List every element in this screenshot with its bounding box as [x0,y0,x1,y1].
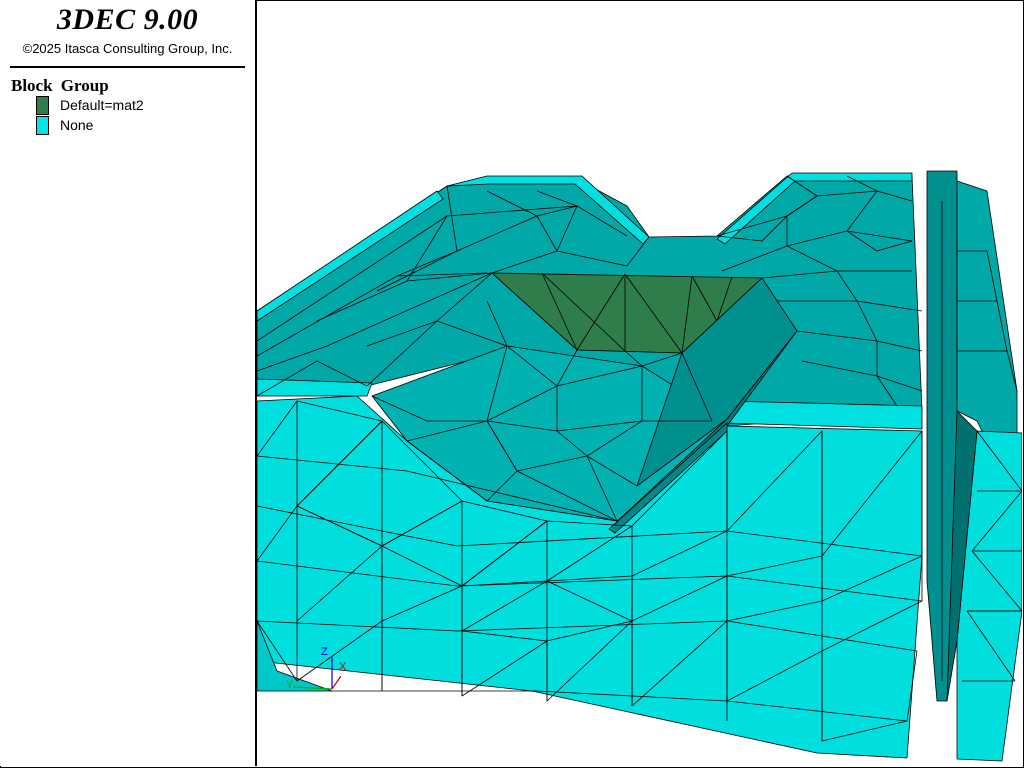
side-face-right-ledge [724,400,923,430]
legend-swatch-mat2 [36,96,49,115]
y-axis-label: Y [286,679,294,691]
app-title: 3DEC 9.00 [56,3,199,36]
legend-divider [10,66,245,68]
legend-swatch-none [36,116,49,135]
z-axis-label: Z [321,646,328,658]
legend-label-none: None [60,117,94,133]
top-face-right-slab [956,180,1018,462]
x-axis-label: X [339,661,347,673]
block-model-render: Z X Y [257,170,1022,762]
legend-heading: Block Group [11,76,109,95]
copyright-text: ©2025 Itasca Consulting Group, Inc. [22,41,233,56]
legend-label-mat2: Default=mat2 [60,97,144,113]
model-viewport[interactable]: Z X Y [257,1,1022,766]
legend-panel: 3DEC 9.00 ©2025 Itasca Consulting Group,… [0,0,257,766]
x-axis-line [331,675,342,690]
